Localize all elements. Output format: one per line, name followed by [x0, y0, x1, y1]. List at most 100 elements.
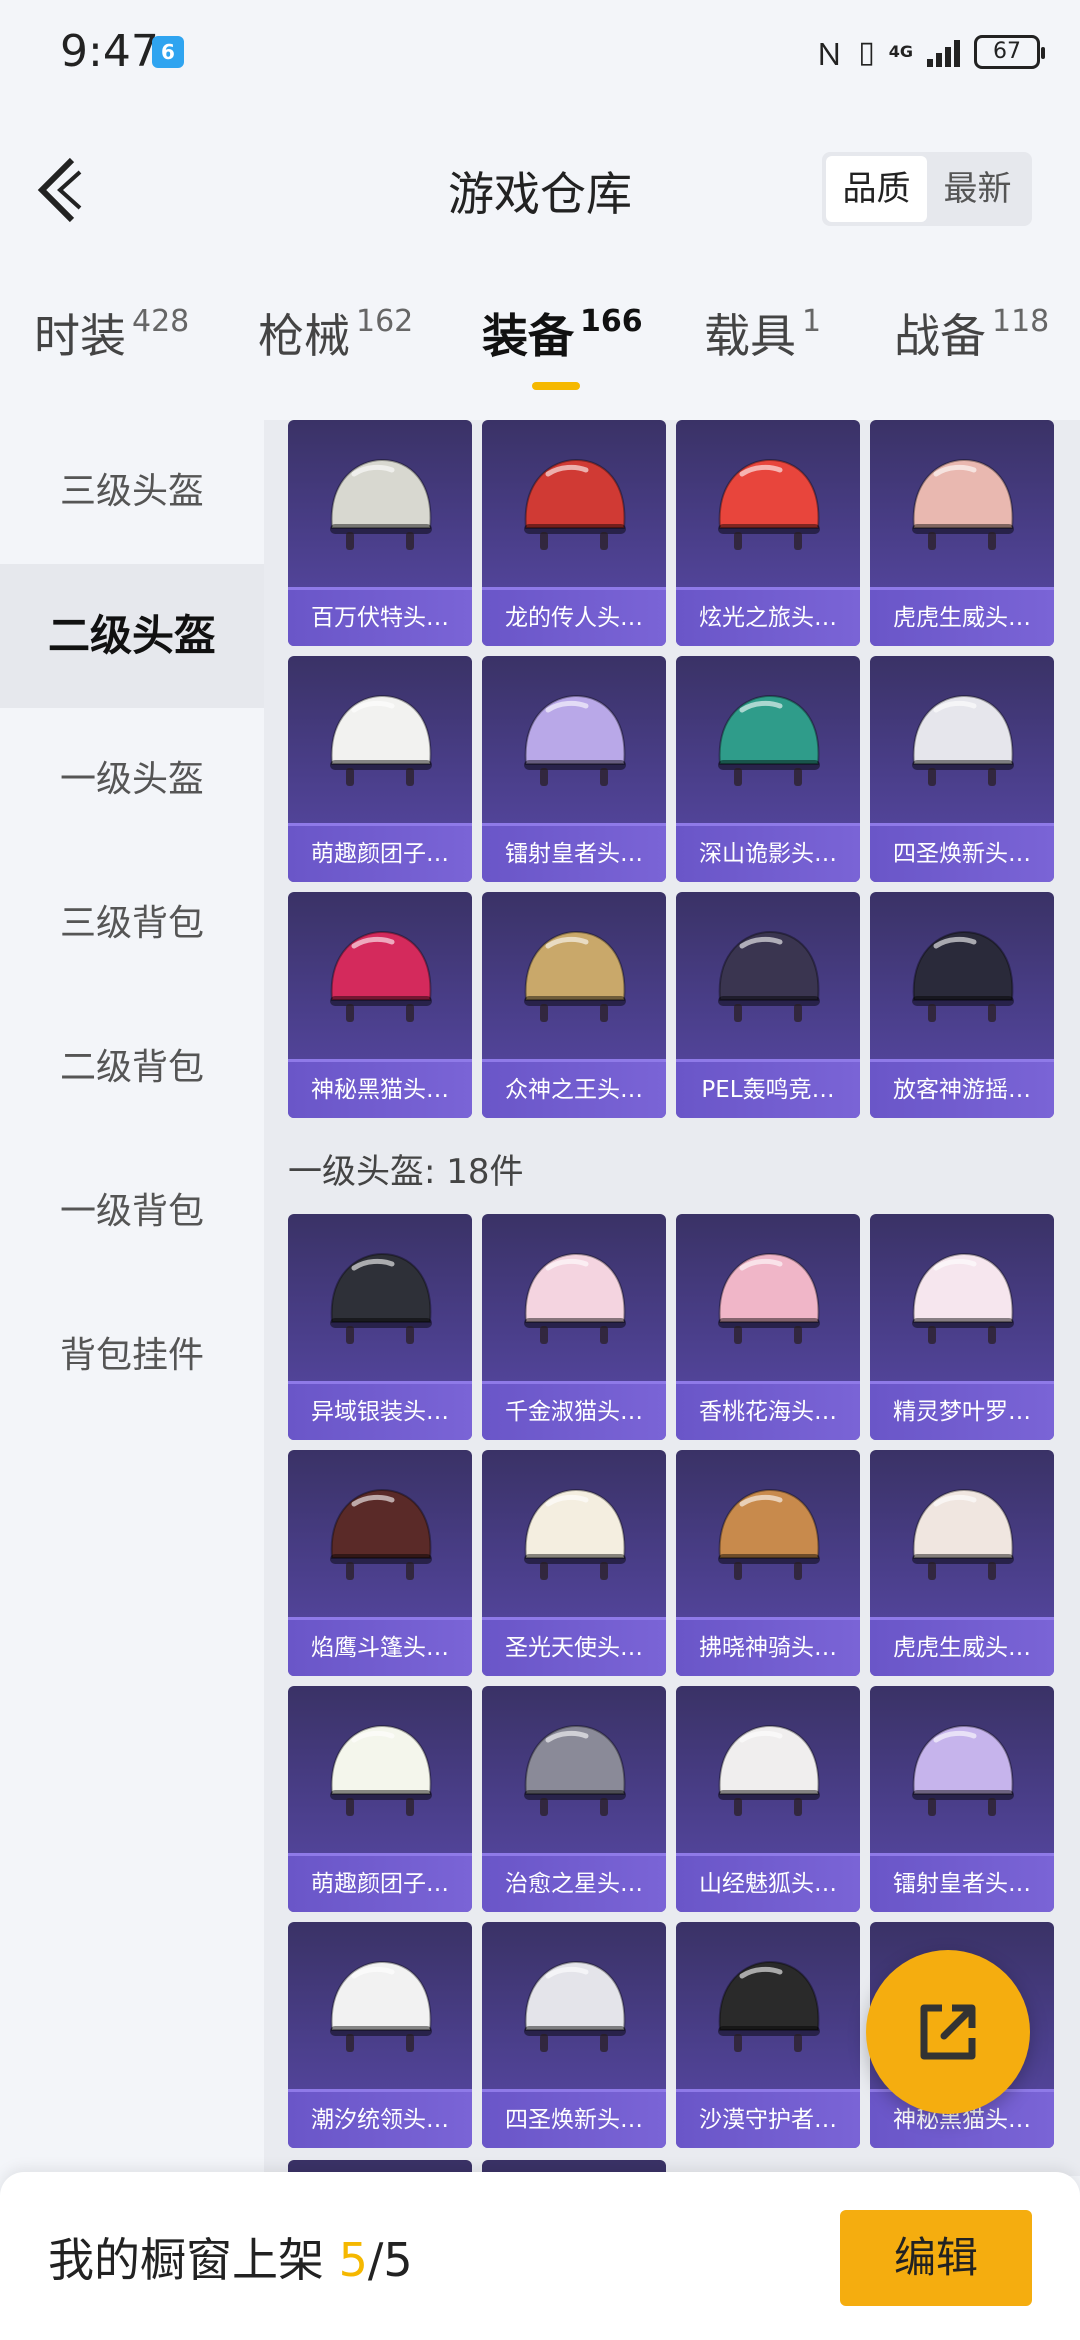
item-card[interactable]: 治愈之星头… [482, 1686, 666, 1912]
helmet-icon [524, 1724, 626, 1816]
item-name: 神秘黑猫头… [288, 1062, 472, 1118]
sidebar-item-level3-backpack[interactable]: 三级背包 [0, 852, 264, 996]
item-card[interactable]: 香桃花海头… [676, 1214, 860, 1440]
helmet-icon [330, 1252, 432, 1344]
item-card[interactable]: 镭射皇者头… [482, 656, 666, 882]
tab-count: 118 [992, 304, 1050, 339]
item-name: 深山诡影头… [676, 826, 860, 882]
item-name: 四圣焕新头… [482, 2092, 666, 2148]
item-card[interactable]: 百万伏特头… [288, 420, 472, 646]
item-name: 焰鹰斗篷头… [288, 1620, 472, 1676]
share-button[interactable] [866, 1950, 1030, 2114]
item-card[interactable]: 深山诡影头… [676, 656, 860, 882]
item-card[interactable]: 虎虎生威头… [870, 1450, 1054, 1676]
helmet-icon [718, 930, 820, 1022]
sidebar-item-level1-helmet[interactable]: 一级头盔 [0, 708, 264, 852]
item-card[interactable]: PEL轰鸣竞… [676, 892, 860, 1118]
sidebar-item-level1-backpack[interactable]: 一级背包 [0, 1140, 264, 1284]
item-name: 山经魅狐头… [676, 1856, 860, 1912]
item-card[interactable]: 虎虎生威头… [870, 420, 1054, 646]
showcase-label: 我的橱窗上架 [48, 2233, 324, 2287]
item-card[interactable]: 千金淑猫头… [482, 1214, 666, 1440]
item-name: 炫光之旅头… [676, 590, 860, 646]
item-grid-panel: 百万伏特头… 龙的传人头… 炫光之旅头… 虎虎生威头… 萌趣颜团子… 镭射皇者头… 深山诡影… [264, 420, 1080, 2176]
item-card[interactable]: 山经魅狐头… [676, 1686, 860, 1912]
item-name: PEL轰鸣竞… [676, 1062, 860, 1118]
helmet-icon [718, 694, 820, 786]
item-card[interactable]: 异域银装头… [288, 1214, 472, 1440]
tab-label: 装备 [482, 309, 574, 363]
header: 游戏仓库 品质 最新 [0, 130, 1080, 250]
sidebar-item-level3-helmet[interactable]: 三级头盔 [0, 420, 264, 564]
item-name: 精灵梦叶罗… [870, 1384, 1054, 1440]
active-tab-indicator [532, 382, 580, 390]
item-name: 虎虎生威头… [870, 1620, 1054, 1676]
item-name: 镭射皇者头… [870, 1856, 1054, 1912]
tab-label: 时装 [34, 309, 126, 363]
signal-icon [927, 37, 960, 67]
helmet-icon [912, 930, 1014, 1022]
status-bar: 9:47 6 Ｎ ▯ 4G 67 [0, 0, 1080, 100]
item-card[interactable]: 众神之王头… [482, 892, 666, 1118]
helmet-icon [718, 1252, 820, 1344]
item-name: 萌趣颜团子… [288, 1856, 472, 1912]
showcase-total-count: /5 [367, 2233, 413, 2287]
tab-count: 162 [356, 304, 414, 339]
item-card[interactable]: 萌趣颜团子… [288, 656, 472, 882]
helmet-icon [912, 694, 1014, 786]
item-card[interactable]: 镭射皇者头… [870, 1686, 1054, 1912]
item-card[interactable]: 精灵梦叶罗… [870, 1214, 1054, 1440]
item-name: 四圣焕新头… [870, 826, 1054, 882]
helmet-icon [912, 1488, 1014, 1580]
sidebar-item-level2-helmet[interactable]: 二级头盔 [0, 564, 264, 708]
helmet-icon [524, 694, 626, 786]
item-card[interactable]: 炫光之旅头… [676, 420, 860, 646]
helmet-icon [330, 458, 432, 550]
item-card[interactable]: 萌趣颜团子… [288, 1686, 472, 1912]
item-name: 异域银装头… [288, 1384, 472, 1440]
helmet-icon [330, 1960, 432, 2052]
helmet-icon [718, 1960, 820, 2052]
item-name: 萌趣颜团子… [288, 826, 472, 882]
item-card[interactable]: 龙的传人头… [482, 420, 666, 646]
item-name: 虎虎生威头… [870, 590, 1054, 646]
sidebar-item-backpack-charm[interactable]: 背包挂件 [0, 1284, 264, 1428]
helmet-icon [912, 1724, 1014, 1816]
edit-button[interactable]: 编辑 [840, 2210, 1032, 2306]
tab-count: 1 [802, 304, 822, 339]
item-card[interactable]: 四圣焕新头… [482, 1922, 666, 2148]
helmet-icon [330, 694, 432, 786]
sidebar-item-level2-backpack[interactable]: 二级背包 [0, 996, 264, 1140]
item-card[interactable]: 沙漠守护者… [676, 1922, 860, 2148]
helmet-icon [330, 1724, 432, 1816]
item-card[interactable]: 焰鹰斗篷头… [288, 1450, 472, 1676]
helmet-icon [524, 458, 626, 550]
tab-vehicles[interactable]: 载具 1 [704, 300, 821, 400]
item-name: 众神之王头… [482, 1062, 666, 1118]
item-name: 治愈之星头… [482, 1856, 666, 1912]
item-name: 放客神游摇… [870, 1062, 1054, 1118]
sort-newest-option[interactable]: 最新 [927, 156, 1028, 222]
battery-icon: 67 [974, 35, 1045, 69]
tab-label: 枪械 [258, 309, 350, 363]
showcase-status: 我的橱窗上架 5/5 [48, 2224, 413, 2290]
helmet-icon [912, 458, 1014, 550]
helmet-icon [524, 1488, 626, 1580]
tab-combat-supplies[interactable]: 战备 118 [894, 300, 1049, 400]
item-card[interactable]: 潮汐统领头… [288, 1922, 472, 2148]
sort-quality-option[interactable]: 品质 [826, 156, 927, 222]
helmet-icon [718, 1724, 820, 1816]
nfc-icon: Ｎ [814, 38, 845, 73]
tab-count: 166 [580, 304, 643, 339]
item-card[interactable]: 四圣焕新头… [870, 656, 1054, 882]
item-card[interactable]: 圣光天使头… [482, 1450, 666, 1676]
item-name: 龙的传人头… [482, 590, 666, 646]
tab-guns[interactable]: 枪械 162 [258, 300, 413, 400]
item-card[interactable]: 放客神游摇… [870, 892, 1054, 1118]
item-name: 千金淑猫头… [482, 1384, 666, 1440]
item-card[interactable]: 神秘黑猫头… [288, 892, 472, 1118]
tab-fashion[interactable]: 时装 428 [34, 300, 189, 400]
helmet-icon [718, 458, 820, 550]
helmet-icon [718, 1488, 820, 1580]
item-card[interactable]: 拂晓神骑头… [676, 1450, 860, 1676]
